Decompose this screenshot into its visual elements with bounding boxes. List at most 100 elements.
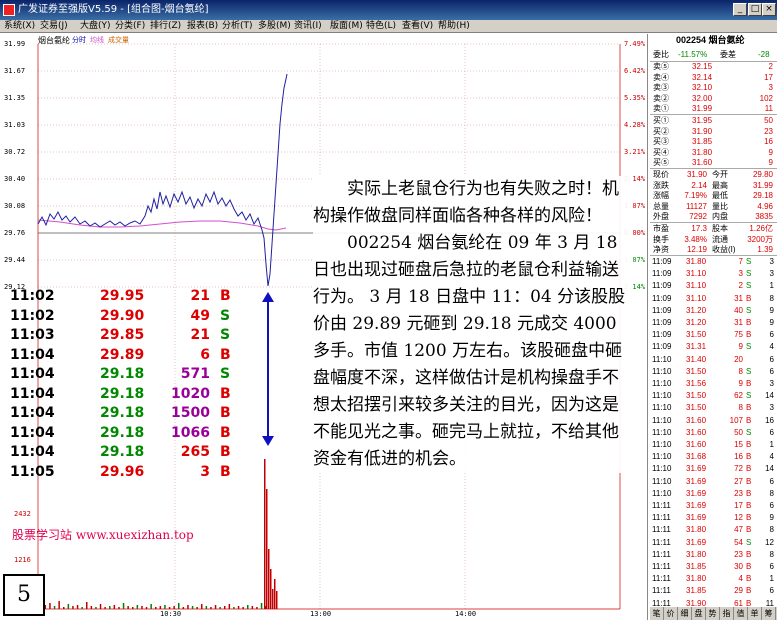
volume-bar [260, 603, 263, 609]
trade-side: B [220, 424, 231, 441]
tick-count: 8 [769, 488, 774, 498]
level-volume: 17 [764, 72, 773, 82]
tick-time: 11:09 [652, 269, 672, 279]
quote-stock-name: 002254 烟台氨纶 [676, 35, 745, 45]
menu-analysis[interactable]: 分析(T) [222, 20, 253, 33]
tick-volume: 29 [734, 586, 743, 596]
tick-price: 31.69 [686, 464, 707, 474]
stat-label: 最高 [712, 180, 728, 190]
tick-count: 3 [769, 269, 774, 279]
menu-system[interactable]: 系统(X) [4, 20, 35, 33]
volume-bar [164, 605, 166, 609]
price-tick: 31.67 [4, 67, 26, 75]
stat-label: 股本 [712, 224, 728, 233]
tick-tab[interactable]: 单 [748, 607, 762, 620]
volume-bar [182, 607, 185, 609]
stat-value: 2.14 [691, 180, 707, 190]
divider [650, 168, 777, 169]
stat-row: 市盈 17.3 股本 1.26亿 [650, 224, 777, 234]
trade-volume: 1066 [171, 424, 210, 441]
tick-count: 9 [769, 513, 774, 523]
price-tick: 31.35 [4, 94, 26, 102]
menu-rank[interactable]: 排行(Z) [150, 20, 181, 33]
tick-side: B [746, 513, 752, 523]
tick-count: 12 [765, 537, 774, 547]
tick-tab[interactable]: 盘 [692, 607, 706, 620]
tick-volume: 12 [734, 513, 743, 523]
stat-label: 外盘 [653, 212, 669, 221]
tick-row: 11:10 31.56 9 B 3 [650, 379, 777, 389]
tick-price: 31.60 [686, 440, 707, 449]
tick-volume: 72 [734, 464, 743, 474]
tick-tab[interactable]: 价 [664, 607, 678, 620]
tick-count: 4 [769, 342, 774, 352]
tick-row: 11:09 31.10 31 B 8 [650, 294, 777, 304]
menu-category[interactable]: 分类(F) [115, 20, 145, 33]
volume-bar [264, 459, 266, 609]
menu-report[interactable]: 报表(B) [187, 20, 218, 33]
menu-special[interactable]: 特色(L) [366, 20, 396, 33]
tick-row: 11:11 31.69 17 B 6 [650, 501, 777, 511]
stat-value: 29.18 [752, 191, 773, 200]
close-button[interactable]: × [762, 3, 776, 16]
tick-time: 11:10 [652, 403, 672, 413]
article-paragraph-1: 实际上老鼠仓行为也有失败之时！机构操作做盘同样面临各种各样的风险！ [313, 179, 619, 226]
tick-tab[interactable]: 指 [720, 607, 734, 620]
level-price: 31.95 [692, 116, 713, 125]
volume-bar [219, 607, 221, 609]
tick-tab[interactable]: 笔 [650, 607, 664, 620]
tick-price: 31.10 [686, 269, 707, 279]
minimize-button[interactable]: _ [733, 3, 747, 16]
tick-tab[interactable]: 筹 [762, 607, 776, 620]
tick-row: 11:09 31.31 9 S 4 [650, 342, 777, 352]
stat-label: 今开 [712, 170, 728, 179]
volume-bar [81, 607, 83, 609]
menu-market[interactable]: 大盘(Y) [80, 20, 111, 33]
menu-trade[interactable]: 交易(J) [40, 20, 68, 33]
trade-side: B [220, 385, 231, 402]
level-label: 卖⑤ [653, 62, 669, 71]
tick-price: 31.50 [686, 391, 707, 401]
trade-side: B [220, 463, 231, 480]
tick-row: 11:11 31.80 23 B 8 [650, 550, 777, 560]
trade-side: B [220, 288, 231, 304]
volume-bar [127, 606, 129, 609]
tick-volume: 62 [734, 391, 743, 401]
menu-info[interactable]: 资讯(I) [294, 20, 322, 33]
volume-bar [132, 607, 134, 609]
trade-time: 11:04 [10, 424, 55, 441]
menu-multi[interactable]: 多股(M) [258, 20, 291, 33]
tick-row: 11:10 31.50 62 S 14 [650, 391, 777, 401]
tick-row: 11:09 31.10 3 S 3 [650, 269, 777, 279]
tick-row: 11:11 31.85 30 B 6 [650, 562, 777, 572]
volume-bar [233, 607, 235, 609]
volume-bar [49, 603, 51, 609]
tick-row: 11:11 31.69 12 B 9 [650, 513, 777, 523]
bid-row: 买② 31.90 23 [650, 127, 777, 137]
trade-time: 11:05 [10, 463, 55, 480]
tick-price: 31.50 [686, 366, 707, 376]
tick-price: 31.68 [686, 452, 707, 462]
tick-tab[interactable]: 值 [734, 607, 748, 620]
menu-view[interactable]: 查看(V) [402, 20, 433, 33]
tick-count: 1 [769, 440, 774, 449]
tick-count: 6 [769, 562, 774, 571]
menu-layout[interactable]: 版面(M) [330, 20, 363, 33]
price-tick: 30.40 [4, 175, 26, 183]
price-tick: 31.99 [4, 40, 26, 48]
stat-label: 收益(I) [712, 245, 736, 254]
menu-help[interactable]: 帮助(H) [438, 20, 470, 33]
tick-count: 6 [769, 586, 774, 596]
tick-price: 31.20 [686, 318, 707, 327]
volume-bar [109, 606, 111, 609]
tick-tab[interactable]: 势 [706, 607, 720, 620]
trade-price: 29.90 [100, 307, 145, 324]
stat-value: 31.90 [686, 170, 707, 179]
tick-tab[interactable]: 细 [678, 607, 692, 620]
tick-time: 11:11 [652, 574, 671, 584]
page-number: 5 [3, 574, 45, 616]
tick-time: 11:09 [652, 293, 672, 303]
restore-button[interactable]: □ [748, 3, 762, 16]
volume-bar [205, 606, 208, 609]
tick-time: 11:10 [652, 415, 672, 425]
